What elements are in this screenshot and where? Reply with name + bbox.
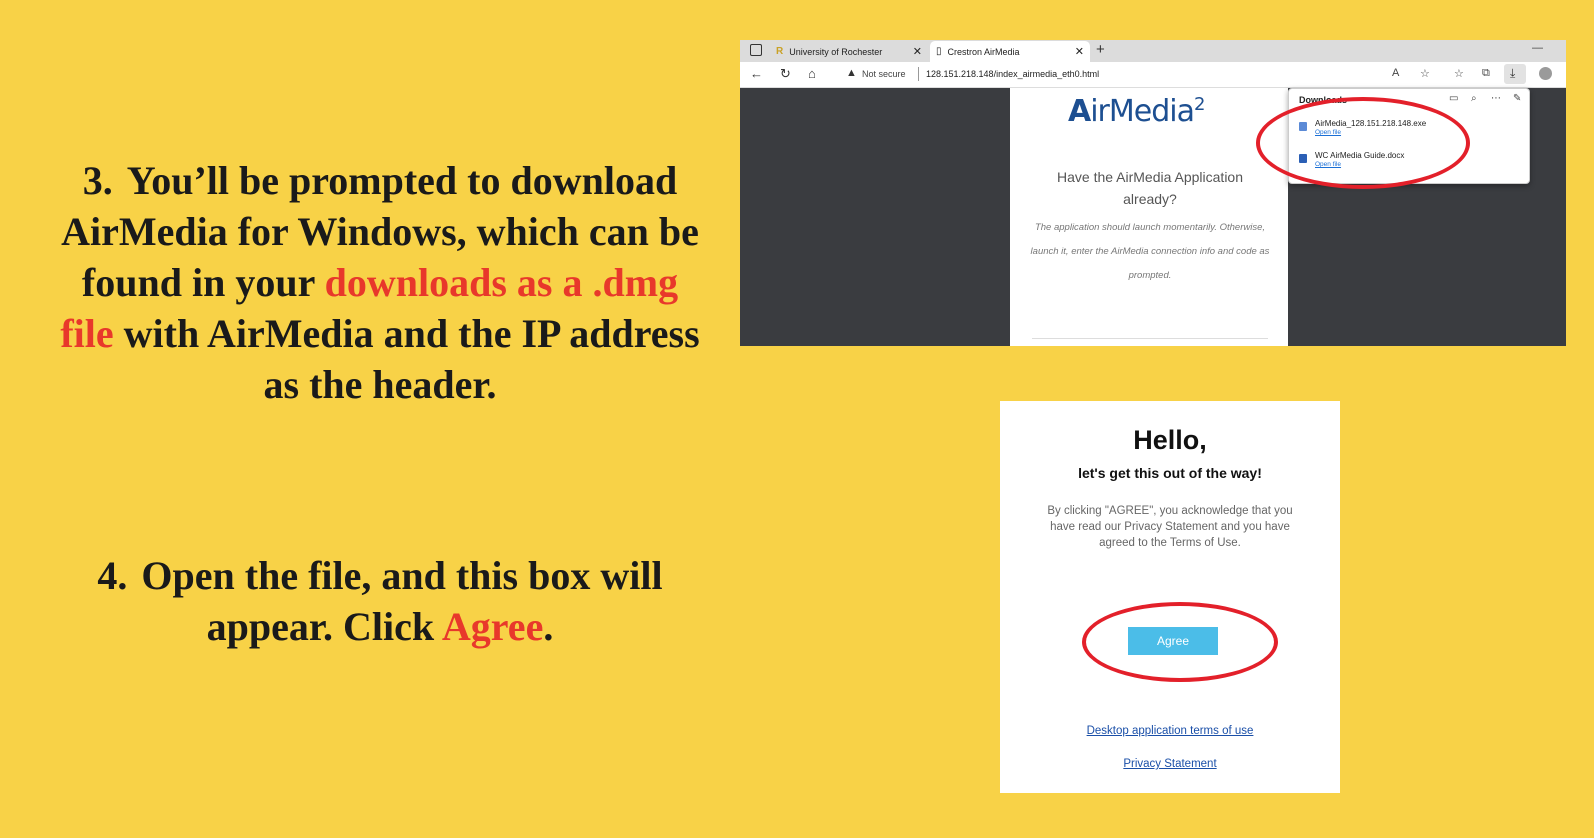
address-divider <box>918 67 919 81</box>
dialog-title: Hello, <box>1133 425 1207 455</box>
consent-text: By clicking "AGREE", you acknowledge tha… <box>1047 505 1293 549</box>
agree-dialog: Hello, let's get this out of the way! By… <box>1000 401 1340 793</box>
more-icon[interactable]: ⋯ <box>1491 93 1501 104</box>
address-bar: ← ↻ ⌂ ▲ Not secure 128.151.218.148/index… <box>740 62 1566 88</box>
launch-note: The application should launch momentaril… <box>1030 222 1270 281</box>
read-aloud-icon[interactable]: A <box>1392 67 1399 79</box>
privacy-statement-link[interactable]: Privacy Statement <box>1000 758 1340 770</box>
tab-actions-icon[interactable] <box>750 44 762 56</box>
step-4-text: Open the file, and this box will appear.… <box>141 553 663 649</box>
tab-bar: R University of Rochester ✕ ▯ Crestron A… <box>740 40 1566 62</box>
close-icon[interactable]: ✕ <box>913 45 922 58</box>
step-4-number: 4. <box>97 553 128 598</box>
back-icon[interactable]: ← <box>750 66 763 81</box>
close-icon[interactable]: ✕ <box>1075 45 1084 58</box>
download-icon[interactable]: ⤓ <box>1510 66 1515 81</box>
collections-icon[interactable]: ⧉ <box>1482 67 1490 80</box>
home-icon[interactable]: ⌂ <box>808 66 816 81</box>
step-3-instruction: 3. You’ll be prompted to download AirMedi… <box>60 155 700 410</box>
search-icon[interactable]: ⌕ <box>1471 93 1477 104</box>
url-field[interactable]: 128.151.218.148/index_airmedia_eth0.html <box>926 69 1099 79</box>
dialog-subtitle: let's get this out of the way! <box>1078 465 1262 481</box>
step-3-number: 3. <box>82 158 113 203</box>
airmedia-page: AirMedia2 Have the AirMedia Application … <box>1010 88 1288 346</box>
favorites-icon[interactable]: ☆ <box>1454 67 1464 80</box>
download-highlight-circle <box>1256 97 1470 189</box>
folder-icon[interactable]: ▭ <box>1449 93 1458 104</box>
pin-icon[interactable]: ✎ <box>1513 93 1521 104</box>
security-label[interactable]: Not secure <box>862 69 906 79</box>
new-tab-icon[interactable]: + <box>1096 41 1105 58</box>
step-4-highlight: Agree <box>441 604 544 649</box>
tab-label: University of Rochester <box>789 46 883 57</box>
reload-icon[interactable]: ↻ <box>780 66 791 82</box>
browser-screenshot: R University of Rochester ✕ ▯ Crestron A… <box>740 40 1566 346</box>
divider <box>1032 338 1268 339</box>
tab-crestron-airmedia[interactable]: ▯ Crestron AirMedia ✕ <box>930 41 1090 62</box>
minimize-icon[interactable]: — <box>1532 42 1543 54</box>
warning-icon[interactable]: ▲ <box>846 67 857 79</box>
agree-highlight-circle <box>1082 602 1278 682</box>
rochester-logo-icon: R <box>776 46 784 57</box>
step-4-instruction: 4. Open the file, and this box will appea… <box>60 550 700 652</box>
add-favorite-icon[interactable]: ☆ <box>1420 67 1430 80</box>
step-4-text-end: . <box>543 604 554 649</box>
airmedia-logo: AirMedia2 <box>1068 94 1205 129</box>
terms-of-use-link[interactable]: Desktop application terms of use <box>1000 725 1340 737</box>
step-3-text-end: with AirMedia and the IP address as the … <box>113 311 700 407</box>
tab-label: Crestron AirMedia <box>947 46 1020 57</box>
have-app-heading: Have the AirMedia Application already? <box>1057 169 1243 207</box>
profile-icon[interactable] <box>1539 67 1552 80</box>
page-icon: ▯ <box>936 46 942 57</box>
tab-university-of-rochester[interactable]: R University of Rochester ✕ <box>770 41 928 62</box>
